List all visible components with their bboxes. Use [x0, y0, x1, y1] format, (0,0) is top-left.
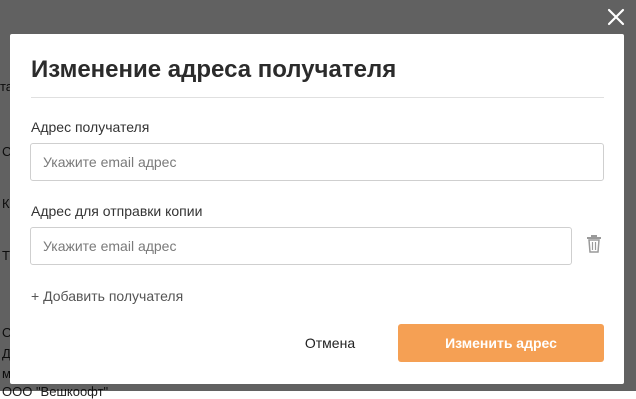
- copy-address-label: Адрес для отправки копии: [31, 203, 203, 219]
- copy-email-input[interactable]: [30, 227, 572, 265]
- recipient-email-input[interactable]: [30, 143, 604, 181]
- add-recipient-link[interactable]: + Добавить получателя: [31, 288, 183, 304]
- change-address-button[interactable]: Изменить адрес: [398, 324, 604, 362]
- close-icon[interactable]: [605, 6, 627, 28]
- dialog-title: Изменение адреса получателя: [31, 56, 397, 83]
- change-address-dialog: Изменение адреса получателя Адрес получа…: [10, 34, 624, 384]
- trash-icon[interactable]: [586, 235, 602, 253]
- cancel-button[interactable]: Отмена: [282, 324, 378, 362]
- recipient-address-label: Адрес получателя: [31, 119, 150, 135]
- title-divider: [31, 97, 604, 98]
